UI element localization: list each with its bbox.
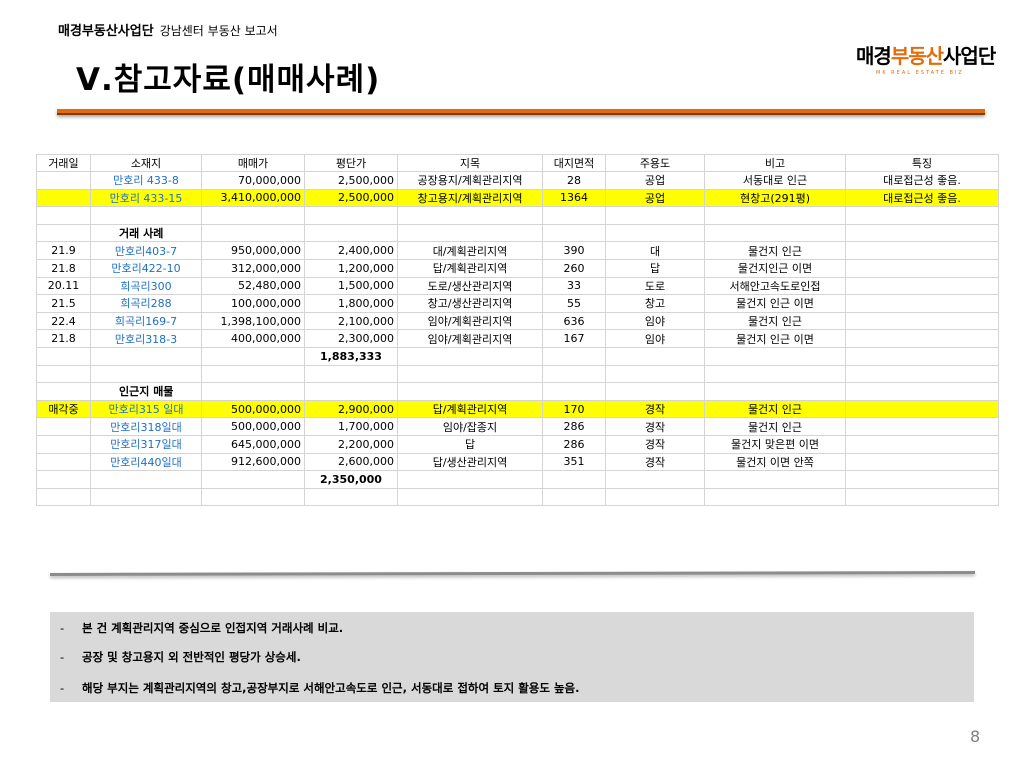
table-row: 만호리317일대 645,000,000 2,200,000 답 286 경작 … — [36, 434, 999, 454]
empty-row — [36, 487, 999, 507]
table-row: 21.5 희곡리288 100,000,000 1,800,000 창고/생산관… — [36, 294, 999, 313]
table-row-highlighted: 만호리 433-15 3,410,000,000 2,500,000 창고용지/… — [36, 188, 999, 208]
section-row-trades: 거래 사례 — [36, 223, 999, 243]
col-header-location: 소재지 — [90, 154, 202, 172]
page-number: 8 — [970, 727, 981, 746]
trade-average-unit-price: 1,883,333 — [304, 346, 398, 366]
col-header-unit-price: 평단가 — [304, 154, 398, 172]
location-link[interactable]: 희곡리169-7 — [90, 311, 202, 331]
table-row: 만호리440일대 912,600,000 2,600,000 답/생산관리지역 … — [36, 452, 999, 472]
location-link[interactable]: 만호리 433-8 — [90, 171, 202, 190]
table-row: 만호리 433-8 70,000,000 2,500,000 공장용지/계획관리… — [36, 171, 999, 190]
sale-status: 매각중 — [36, 399, 91, 419]
location-link[interactable]: 만호리315 일대 — [90, 399, 202, 419]
location-link[interactable]: 만호리318일대 — [90, 417, 202, 436]
location-link[interactable]: 희곡리300 — [90, 276, 202, 296]
table-row: 22.4 희곡리169-7 1,398,100,000 2,100,000 임야… — [36, 311, 999, 331]
section-divider — [49, 571, 976, 576]
logo-wordmark: 매경부동산사업단 — [856, 44, 996, 68]
report-subtitle: 강남센터 부동산 보고서 — [159, 24, 278, 38]
location-link[interactable]: 만호리317일대 — [90, 434, 202, 454]
org-name: 매경부동산사업단 — [58, 24, 154, 39]
col-header-date: 거래일 — [36, 154, 91, 172]
table-header-row: 거래일 소재지 매매가 평단가 지목 대지면적 주용도 비고 특징 — [36, 154, 999, 172]
title-divider — [57, 109, 985, 115]
section-row-nearby: 인근지 매물 — [36, 382, 999, 401]
empty-row — [36, 364, 999, 384]
col-header-remarks: 비고 — [704, 154, 846, 172]
table-row: 20.11 희곡리300 52,480,000 1,500,000 도로/생산관… — [36, 276, 999, 296]
col-header-features: 특징 — [845, 154, 999, 172]
location-link[interactable]: 만호리440일대 — [90, 452, 202, 472]
note-item: -본 건 계획관리지역 중심으로 인접지역 거래사례 비교. — [60, 621, 344, 635]
empty-row — [36, 206, 999, 225]
location-link[interactable]: 만호리 433-15 — [90, 188, 202, 208]
summary-notes: -본 건 계획관리지역 중심으로 인접지역 거래사례 비교. - 공장 및 창고용… — [50, 612, 974, 702]
section-label-nearby: 인근지 매물 — [90, 382, 202, 401]
note-item: - 공장 및 창고용지 외 전반적인 평당가 상승세. — [60, 650, 301, 664]
section-label-trades: 거래 사례 — [90, 223, 202, 243]
report-header: 매경부동산사업단 강남센터 부동산 보고서 — [58, 20, 278, 39]
nearby-average-unit-price: 2,350,000 — [304, 470, 398, 489]
table-row: 21.8 만호리422-10 312,000,000 1,200,000 답/계… — [36, 258, 999, 278]
location-link[interactable]: 희곡리288 — [90, 294, 202, 313]
brand-logo: 매경부동산사업단 MK REAL ESTATE BIZ — [856, 40, 996, 76]
note-item: - 해당 부지는 계획관리지역의 창고,공장부지로 서해안고속도로 인근, 서동대… — [60, 681, 580, 695]
col-header-land-category: 지목 — [397, 154, 543, 172]
col-header-main-use: 주용도 — [605, 154, 705, 172]
location-link[interactable]: 만호리403-7 — [90, 241, 202, 260]
average-row-trades: 1,883,333 — [36, 346, 999, 366]
table-row: 21.9 만호리403-7 950,000,000 2,400,000 대/계획… — [36, 241, 999, 260]
location-link[interactable]: 만호리422-10 — [90, 258, 202, 278]
col-header-area: 대지면적 — [542, 154, 606, 172]
location-link[interactable]: 만호리318-3 — [90, 329, 202, 348]
comparison-table: 거래일 소재지 매매가 평단가 지목 대지면적 주용도 비고 특징 만호리 43… — [36, 154, 999, 507]
table-row-highlighted: 매각중 만호리315 일대 500,000,000 2,900,000 답/계획… — [36, 399, 999, 419]
table-row: 21.8 만호리318-3 400,000,000 2,300,000 임야/계… — [36, 329, 999, 348]
page-title: Ⅴ.참고자료(매매사례) — [76, 62, 381, 98]
average-row-nearby: 2,350,000 — [36, 470, 999, 489]
table-row: 만호리318일대 500,000,000 1,700,000 임야/잡종지 28… — [36, 417, 999, 436]
logo-tagline: MK REAL ESTATE BIZ — [876, 70, 964, 76]
col-header-price: 매매가 — [201, 154, 305, 172]
